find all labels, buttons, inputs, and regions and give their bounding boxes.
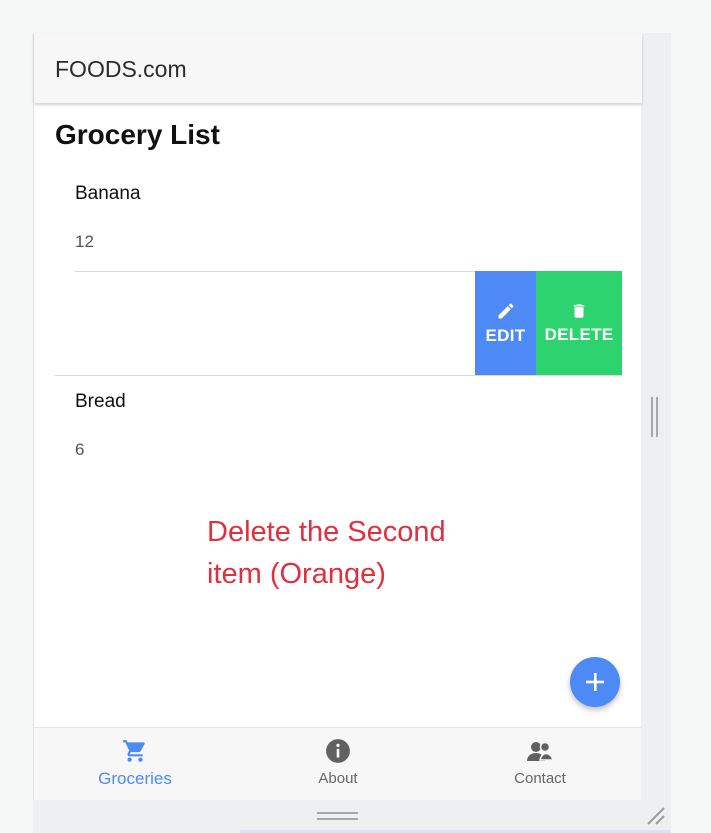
app-header: FOODS.com (34, 33, 642, 103)
divider (55, 375, 622, 376)
tab-groceries[interactable]: Groceries (34, 728, 236, 801)
cart-icon (123, 740, 145, 762)
delete-button[interactable]: DELETE (536, 271, 622, 375)
list-item-name[interactable]: Bread (75, 391, 126, 413)
task-annotation: Delete the Second item (Orange) (207, 516, 446, 590)
list-item-quantity: 12 (75, 232, 94, 251)
tab-bar: Groceries About Contact (34, 727, 642, 801)
resize-corner-icon[interactable] (645, 805, 667, 827)
horizontal-resize-handle[interactable] (317, 812, 358, 820)
delete-label: DELETE (544, 324, 614, 344)
vertical-resize-handle[interactable] (651, 397, 658, 437)
info-icon (326, 739, 350, 763)
people-icon (527, 741, 554, 761)
add-item-button[interactable] (570, 657, 620, 707)
list-item-name[interactable]: Banana (75, 183, 141, 205)
page-title: Grocery List (55, 119, 220, 150)
edit-label: EDIT (485, 325, 526, 345)
tab-contact[interactable]: Contact (439, 728, 641, 801)
tab-label: Groceries (98, 769, 172, 788)
trash-icon (573, 303, 585, 318)
pencil-icon (498, 302, 514, 318)
tab-label: Contact (514, 770, 566, 787)
list-item-quantity: 6 (75, 440, 85, 459)
plus-icon (586, 673, 604, 691)
app-frame: FOODS.com Grocery List Banana 12 EDIT DE… (33, 33, 642, 801)
edit-button[interactable]: EDIT (475, 271, 536, 375)
header-title: FOODS.com (55, 56, 187, 82)
tab-about[interactable]: About (237, 728, 439, 801)
tab-label: About (318, 770, 358, 787)
